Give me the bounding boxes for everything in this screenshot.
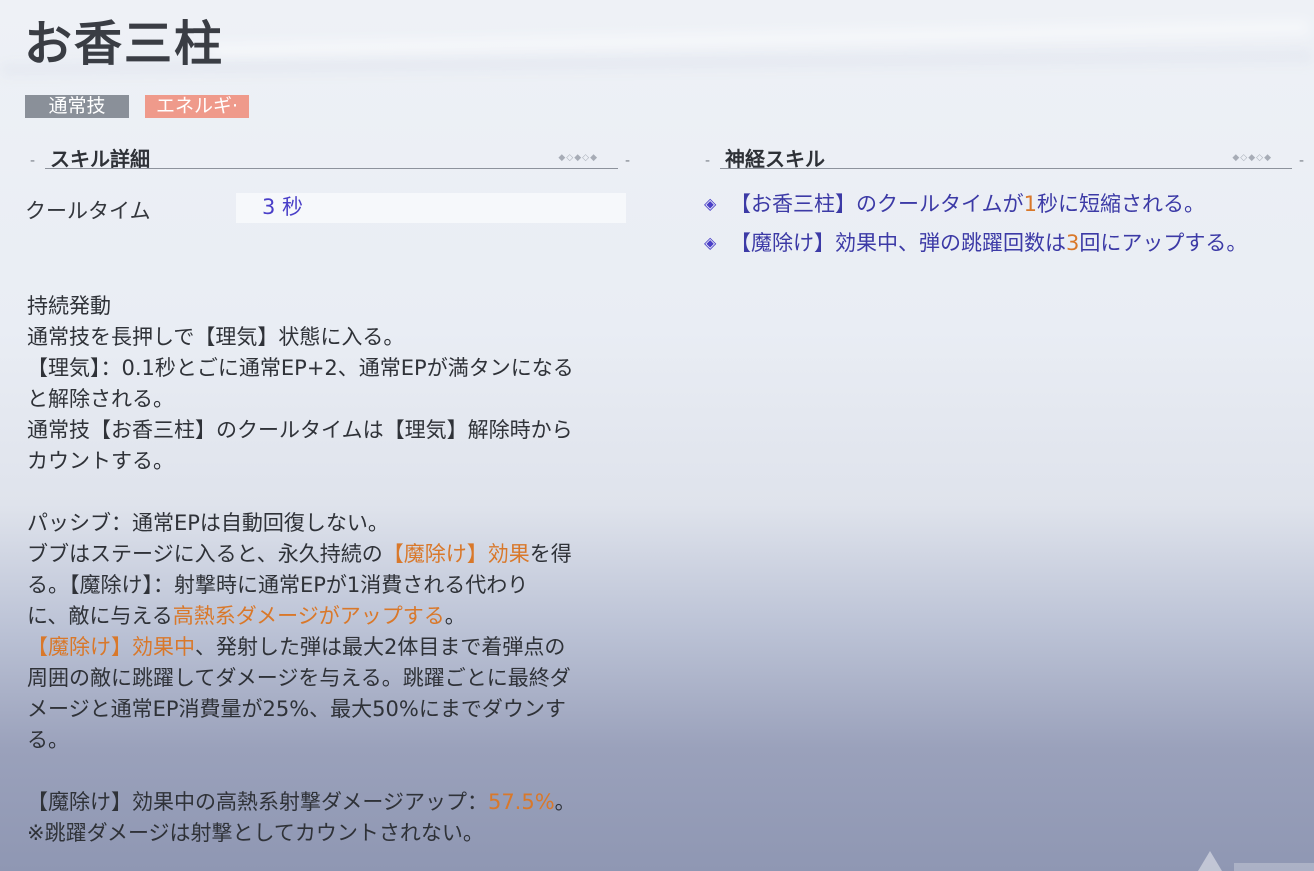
desc-line: 【魔除け】効果中の高熱系射撃ダメージアップ：57.5%。 [27,790,576,814]
header-ornament-icon: ◆◇◆◇◆ [558,153,598,163]
highlight-text: 【魔除け】効果中 [27,635,195,659]
desc-line: 持続発動 [27,294,111,318]
cooldown-value: 3 秒 [236,193,626,223]
desc-line: 【理気】：0.1秒とごに通常EP+2、通常EPが満タンになる [27,356,574,380]
skill-type-tag: 通常技 [25,95,129,118]
desc-line: 通常技【お香三柱】のクールタイムは【理気】解除時から [27,418,573,442]
desc-line: ※跳躍ダメージは射撃としてカウントされない。 [27,821,484,845]
neural-skill-item: ◈ 【お香三柱】のクールタイムが1秒に短縮される。 [704,192,1205,216]
skill-title: お香三柱 [24,16,225,72]
desc-line: に、敵に与える高熱系ダメージがアップする。 [27,604,466,628]
header-dash-right: - [1298,153,1304,169]
desc-line: 通常技を長押しで【理気】状態に入る。 [27,325,405,349]
desc-line: ブブはステージに入ると、永久持続の【魔除け】効果を得 [27,542,572,566]
skill-details-header: - スキル詳細 ◆◇◆◇◆ - [25,143,632,171]
diamond-icon: ◈ [704,233,717,252]
desc-line: メージと通常EP消費量が25%、最大50%にまでダウンす [27,697,566,721]
desc-line: パッシブ：通常EPは自動回復しない。 [27,511,389,535]
desc-line: 周囲の敵に跳躍してダメージを与える。跳躍ごとに最終ダ [27,666,571,690]
highlight-text: 高熱系ダメージがアップする [172,604,445,628]
desc-line: カウントする。 [27,449,174,473]
header-ornament-icon: ◆◇◆◇◆ [1232,153,1272,163]
highlight-text: 【魔除け】効果 [382,542,530,566]
desc-line: る。【魔除け】：射撃時に通常EPが1消費される代わり [27,573,529,597]
corner-watermark-icon [1198,851,1314,871]
resource-type-tag: エネルギ· [145,95,249,118]
header-divider [720,168,1292,169]
desc-line: 【魔除け】効果中、発射した弾は最大2体目まで着弾点の [27,635,566,659]
desc-line: る。 [27,728,69,752]
neural-skill-item: ◈ 【魔除け】効果中、弾の跳躍回数は3回にアップする。 [704,231,1248,255]
header-dash-right: - [624,153,630,169]
desc-line: と解除される。 [27,387,174,411]
header-divider [45,168,618,169]
neural-skill-header: - 神経スキル ◆◇◆◇◆ - [700,143,1306,171]
highlight-number: 1 [1023,192,1037,216]
header-dash-left: - [30,153,36,169]
cooldown-label: クールタイム [25,199,151,223]
diamond-icon: ◈ [704,194,717,213]
header-dash-left: - [705,153,711,169]
highlight-number: 3 [1066,231,1080,255]
highlight-value: 57.5% [487,790,555,814]
